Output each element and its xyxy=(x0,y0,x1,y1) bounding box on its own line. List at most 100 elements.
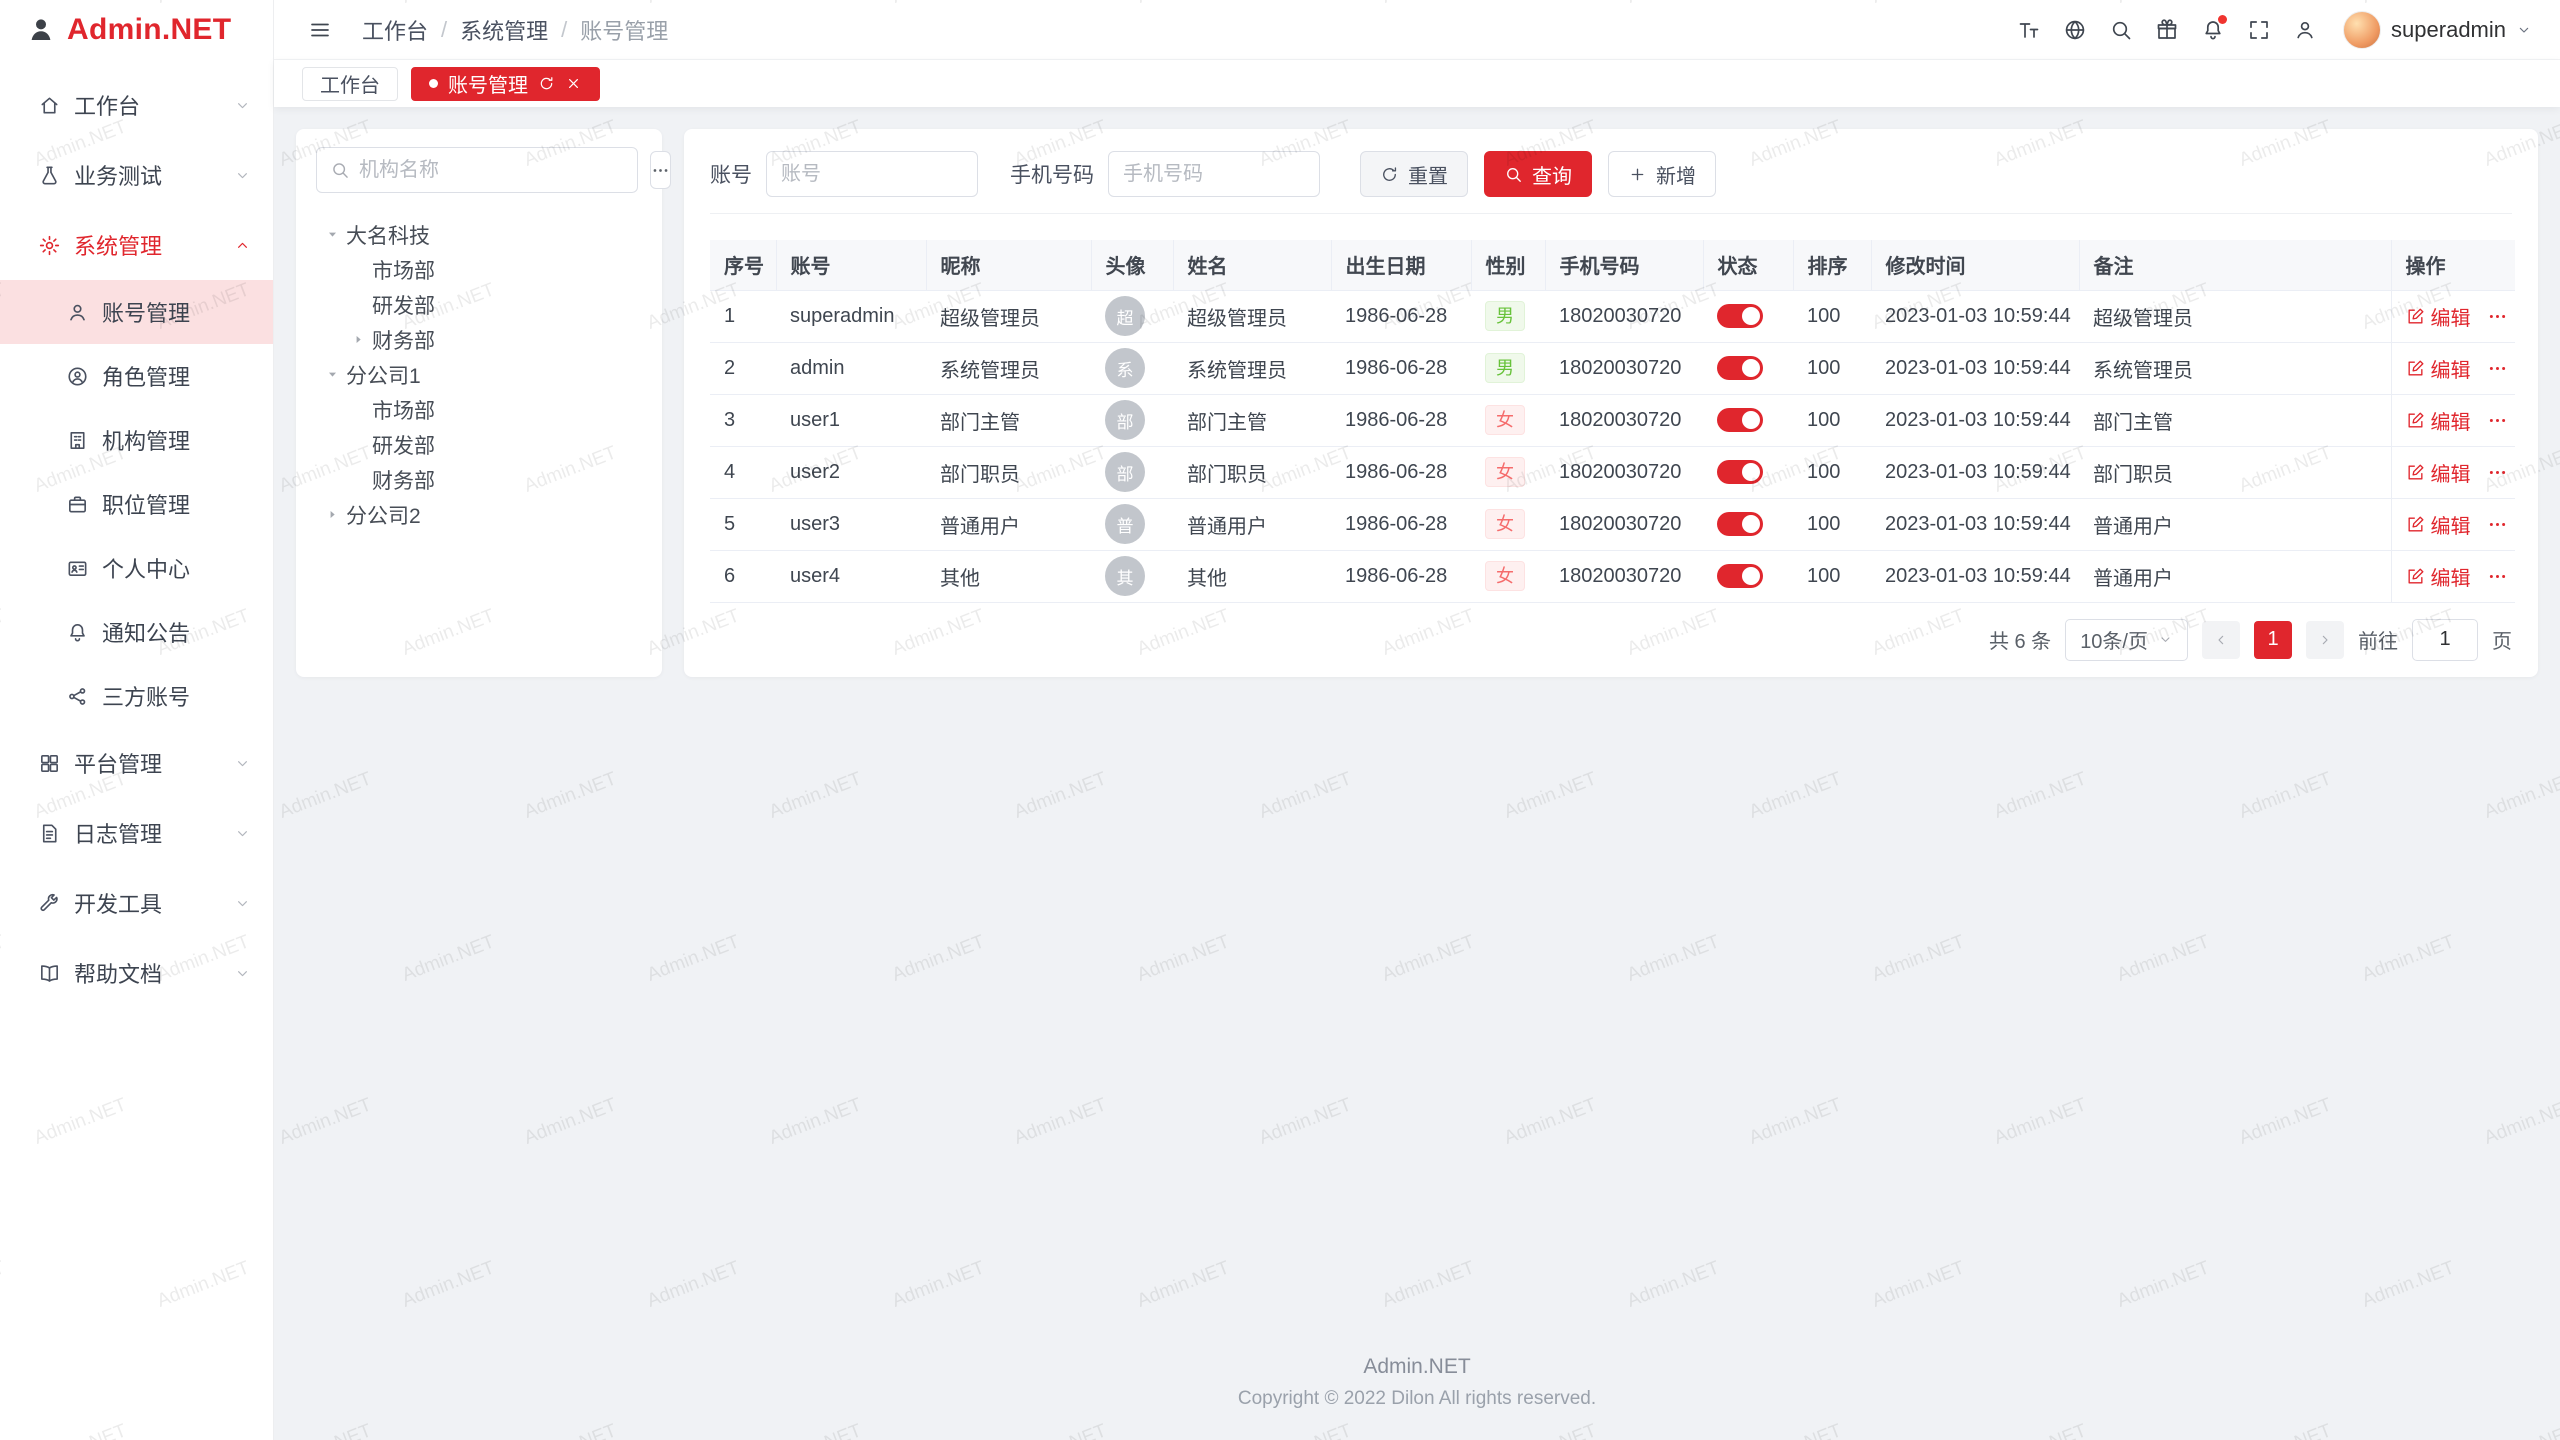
tree-caret-icon[interactable] xyxy=(344,326,372,354)
row-more-button[interactable] xyxy=(2487,358,2508,379)
sidebar-item-personal-center[interactable]: 个人中心 xyxy=(0,536,273,600)
row-more-button[interactable] xyxy=(2487,566,2508,587)
tree-node[interactable]: 大名科技 xyxy=(316,217,642,252)
edit-button[interactable]: 编辑 xyxy=(2406,510,2471,539)
table-column-header: 排序 xyxy=(1793,240,1871,290)
table-cell: 普通用户 xyxy=(1173,498,1331,550)
table-cell: 18020030720 xyxy=(1545,498,1703,550)
sidebar-item-account-manage[interactable]: 账号管理 xyxy=(0,280,273,344)
gear-icon xyxy=(38,234,61,257)
table-cell: 部 xyxy=(1091,394,1173,446)
tree-caret-icon[interactable] xyxy=(318,221,346,249)
table-cell xyxy=(1703,550,1793,602)
header-fullscreen-button[interactable] xyxy=(2239,10,2279,50)
table-column-header: 修改时间 xyxy=(1871,240,2079,290)
breadcrumb-item[interactable]: 账号管理 xyxy=(580,14,668,46)
collapse-menu-button[interactable] xyxy=(300,10,340,50)
add-button[interactable]: 新增 xyxy=(1608,151,1716,197)
sidebar-item-third-account[interactable]: 三方账号 xyxy=(0,664,273,728)
tree-node[interactable]: 分公司1 xyxy=(316,357,642,392)
sidebar-item-role-manage[interactable]: 角色管理 xyxy=(0,344,273,408)
pagination-prev-button[interactable] xyxy=(2202,621,2240,659)
sidebar-item-business-test[interactable]: 业务测试 xyxy=(0,140,273,210)
cards-row: 大名科技市场部研发部财务部分公司1市场部研发部财务部分公司2 账号 手机号码 重… xyxy=(296,129,2538,677)
sidebar-item-workbench[interactable]: 工作台 xyxy=(0,70,273,140)
table-column-header: 头像 xyxy=(1091,240,1173,290)
tab-workbench[interactable]: 工作台 xyxy=(302,67,398,101)
phone-filter-label: 手机号码 xyxy=(1010,159,1094,189)
header-profile-button[interactable] xyxy=(2285,10,2325,50)
pagination-page-current[interactable]: 1 xyxy=(2254,621,2292,659)
app-logo[interactable]: Admin.NET xyxy=(0,0,273,60)
edit-label: 编辑 xyxy=(2431,354,2471,383)
page-size-select[interactable]: 10条/页 xyxy=(2065,619,2188,661)
header-notification-button[interactable] xyxy=(2193,10,2233,50)
row-more-button[interactable] xyxy=(2487,306,2508,327)
search-button[interactable]: 查询 xyxy=(1484,151,1592,197)
row-more-button[interactable] xyxy=(2487,514,2508,535)
tree-node[interactable]: 财务部 xyxy=(316,322,642,357)
tree-node[interactable]: 研发部 xyxy=(316,427,642,462)
tree-node[interactable]: 财务部 xyxy=(316,462,642,497)
row-actions: 编辑 xyxy=(2406,458,2502,487)
sidebar-item-notice[interactable]: 通知公告 xyxy=(0,600,273,664)
edit-button[interactable]: 编辑 xyxy=(2406,302,2471,331)
tree-node[interactable]: 分公司2 xyxy=(316,497,642,532)
edit-icon xyxy=(2406,567,2425,586)
sidebar-item-log-manage[interactable]: 日志管理 xyxy=(0,798,273,868)
breadcrumb-item[interactable]: 系统管理 xyxy=(460,14,548,46)
row-more-button[interactable] xyxy=(2487,410,2508,431)
header-language-button[interactable] xyxy=(2055,10,2095,50)
status-toggle[interactable] xyxy=(1717,356,1763,380)
phone-filter-input[interactable] xyxy=(1108,151,1320,197)
breadcrumb-item[interactable]: 工作台 xyxy=(362,14,428,46)
pagination-next-button[interactable] xyxy=(2306,621,2344,659)
tab-close-icon[interactable] xyxy=(565,75,582,92)
status-toggle[interactable] xyxy=(1717,512,1763,536)
status-toggle[interactable] xyxy=(1717,460,1763,484)
tree-caret-icon[interactable] xyxy=(318,361,346,389)
status-toggle[interactable] xyxy=(1717,408,1763,432)
sidebar-item-post-manage[interactable]: 职位管理 xyxy=(0,472,273,536)
org-search-input[interactable] xyxy=(316,147,638,193)
header-theme-button[interactable] xyxy=(2147,10,2187,50)
tree-node[interactable]: 研发部 xyxy=(316,287,642,322)
sidebar-item-platform-manage[interactable]: 平台管理 xyxy=(0,728,273,798)
table-cell: 2 xyxy=(710,342,776,394)
edit-button[interactable]: 编辑 xyxy=(2406,354,2471,383)
app-root: Admin.NET 工作台业务测试系统管理账号管理角色管理机构管理职位管理个人中… xyxy=(0,0,2560,1440)
chevron-down-icon xyxy=(2516,22,2532,38)
edit-button[interactable]: 编辑 xyxy=(2406,458,2471,487)
reset-button[interactable]: 重置 xyxy=(1360,151,1468,197)
edit-button[interactable]: 编辑 xyxy=(2406,562,2471,591)
row-more-button[interactable] xyxy=(2487,462,2508,483)
table-cell: 100 xyxy=(1793,550,1871,602)
sidebar-item-dev-tools[interactable]: 开发工具 xyxy=(0,868,273,938)
sidebar-item-system-manage[interactable]: 系统管理 xyxy=(0,210,273,280)
user-menu[interactable]: superadmin xyxy=(2343,11,2532,49)
org-more-button[interactable] xyxy=(650,151,671,189)
table-cell: 100 xyxy=(1793,290,1871,342)
sidebar-item-org-manage[interactable]: 机构管理 xyxy=(0,408,273,472)
table-cell: 4 xyxy=(710,446,776,498)
avatar xyxy=(2343,11,2381,49)
header-search-button[interactable] xyxy=(2101,10,2141,50)
header-font-size-button[interactable] xyxy=(2009,10,2049,50)
table-cell: 部 xyxy=(1091,446,1173,498)
status-toggle[interactable] xyxy=(1717,304,1763,328)
user-avatar: 部 xyxy=(1105,400,1145,440)
status-toggle[interactable] xyxy=(1717,564,1763,588)
org-search-field[interactable] xyxy=(359,159,624,182)
tree-caret-icon[interactable] xyxy=(318,501,346,529)
tab-account-manage[interactable]: 账号管理 xyxy=(411,67,600,101)
table-cell: superadmin xyxy=(776,290,926,342)
table-cell: 普通用户 xyxy=(926,498,1091,550)
edit-button[interactable]: 编辑 xyxy=(2406,406,2471,435)
edit-icon xyxy=(2406,463,2425,482)
sidebar-item-help-docs[interactable]: 帮助文档 xyxy=(0,938,273,1008)
tab-refresh-icon[interactable] xyxy=(538,75,555,92)
tree-node[interactable]: 市场部 xyxy=(316,252,642,287)
tree-node[interactable]: 市场部 xyxy=(316,392,642,427)
account-filter-input[interactable] xyxy=(766,151,978,197)
goto-page-input[interactable] xyxy=(2412,619,2478,661)
